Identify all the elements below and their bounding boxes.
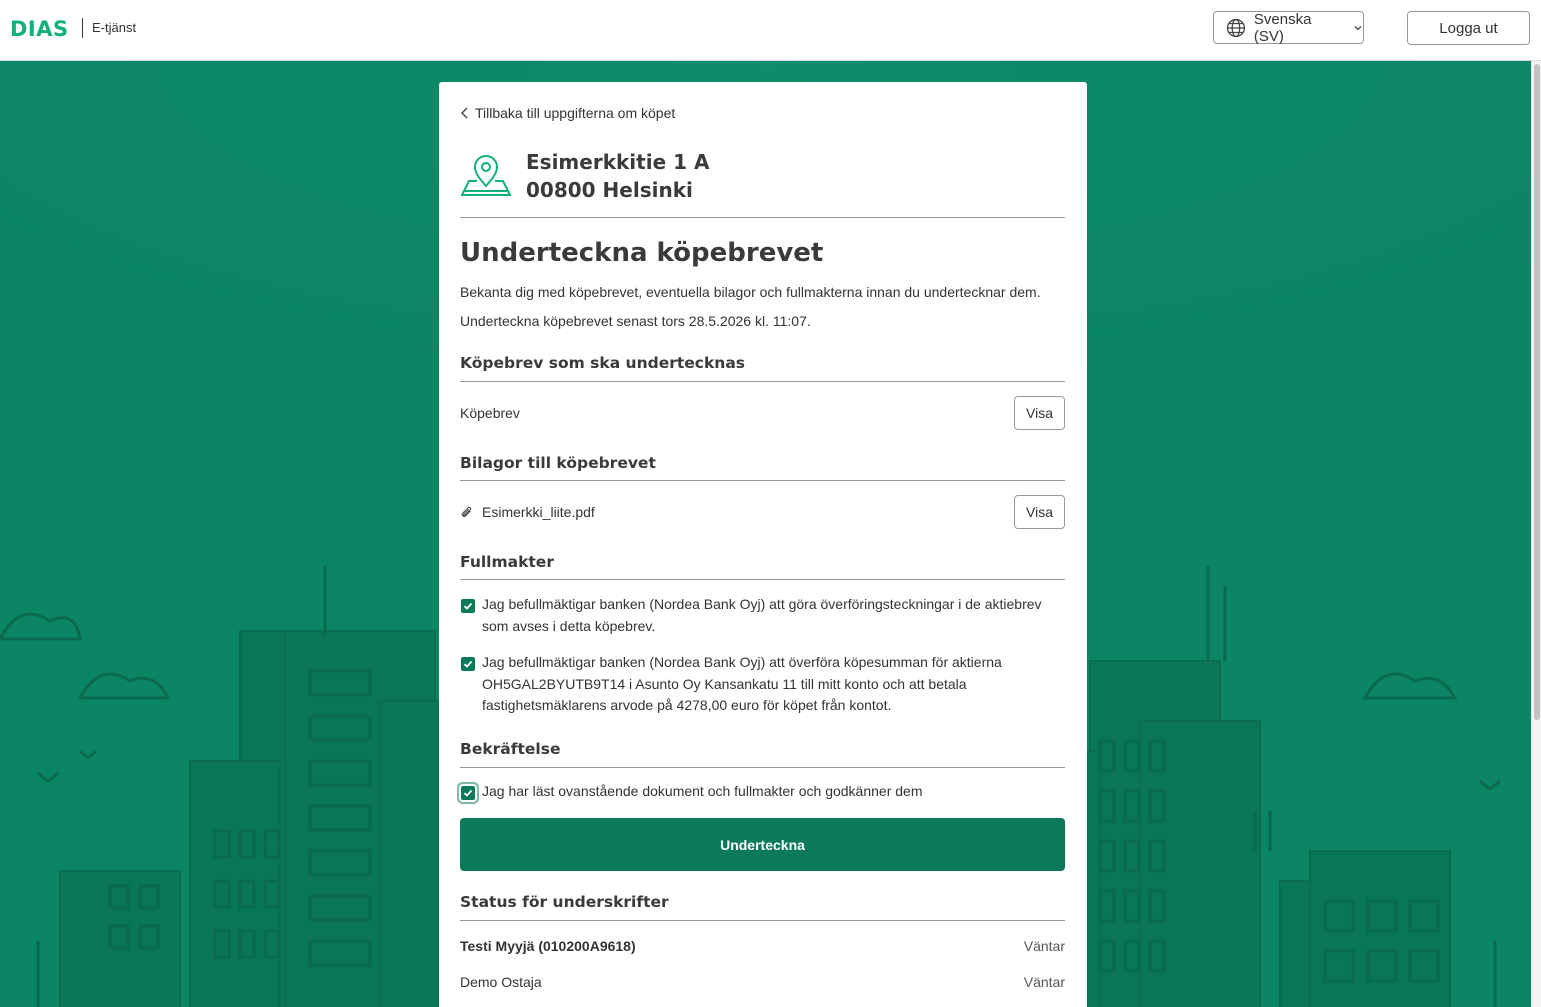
deed-section-heading: Köpebrev som ska undertecknas — [460, 354, 746, 372]
confirmation-checkbox[interactable] — [461, 786, 475, 800]
language-selector[interactable]: Svenska (SV) — [1213, 10, 1364, 45]
signer-status: Väntar — [1023, 974, 1065, 990]
checkmark-icon — [463, 602, 473, 610]
dias-logo[interactable]: DIAS — [10, 17, 69, 41]
view-deed-button[interactable]: Visa — [1014, 396, 1065, 430]
checkmark-icon — [463, 660, 473, 668]
divider — [460, 217, 1065, 218]
view-attachment-button[interactable]: Visa — [1014, 495, 1065, 529]
signer-name: Testi Myyjä (010200A9618) — [460, 938, 636, 954]
sign-button[interactable]: Underteckna — [460, 818, 1065, 871]
top-bar: DIAS E-tjänst Svenska (SV) Logga ut — [0, 0, 1541, 61]
globe-icon — [1226, 18, 1246, 37]
location-pin-icon — [461, 155, 511, 196]
confirmation-text: Jag har läst ovanstående dokument och fu… — [482, 783, 923, 799]
address-line-1: Esimerkkitie 1 A — [526, 150, 710, 174]
divider — [460, 920, 1065, 921]
page-title: Underteckna köpebrevet — [460, 238, 824, 268]
page-scrollbar[interactable] — [1531, 61, 1541, 1007]
chevron-down-icon — [1354, 25, 1362, 30]
powers-section-heading: Fullmakter — [460, 553, 554, 571]
intro-text: Bekanta dig med köpebrevet, eventuella b… — [460, 284, 1041, 300]
logout-button[interactable]: Logga ut — [1407, 11, 1530, 45]
power-of-attorney-2-text: Jag befullmäktigar banken (Nordea Bank O… — [482, 654, 1002, 713]
signature-status-heading: Status för underskrifter — [460, 893, 669, 911]
attachment-file-name[interactable]: Esimerkki_liite.pdf — [482, 504, 595, 520]
signer-status: Väntar — [1023, 938, 1065, 954]
power-of-attorney-1-text: Jag befullmäktigar banken (Nordea Bank O… — [482, 596, 1042, 634]
paperclip-icon — [461, 506, 472, 517]
power-of-attorney-1-checkbox[interactable] — [461, 599, 475, 613]
service-name: E-tjänst — [92, 20, 137, 35]
signing-card: Tillbaka till uppgifterna om köpet Esime… — [439, 82, 1087, 1007]
address-line-2: 00800 Helsinki — [526, 178, 693, 202]
power-of-attorney-2-checkbox[interactable] — [461, 657, 475, 671]
language-label: Svenska (SV) — [1253, 10, 1312, 45]
logo-divider — [82, 18, 83, 38]
property-address: Esimerkkitie 1 A 00800 Helsinki — [526, 148, 709, 204]
checkmark-icon — [463, 789, 473, 797]
divider — [460, 579, 1065, 580]
deed-item-label: Köpebrev — [460, 405, 520, 421]
divider — [460, 381, 1065, 382]
scrollbar-thumb[interactable] — [1534, 64, 1540, 720]
chevron-left-icon — [461, 107, 468, 119]
back-link-label: Tillbaka till uppgifterna om köpet — [475, 105, 676, 121]
divider — [460, 767, 1065, 768]
confirmation-section-heading: Bekräftelse — [460, 740, 561, 758]
deadline-text: Underteckna köpebrevet senast tors 28.5.… — [460, 313, 811, 329]
signer-name: Demo Ostaja — [460, 974, 542, 990]
back-link[interactable]: Tillbaka till uppgifterna om köpet — [460, 105, 675, 121]
attachments-section-heading: Bilagor till köpebrevet — [460, 454, 656, 472]
divider — [460, 480, 1065, 481]
